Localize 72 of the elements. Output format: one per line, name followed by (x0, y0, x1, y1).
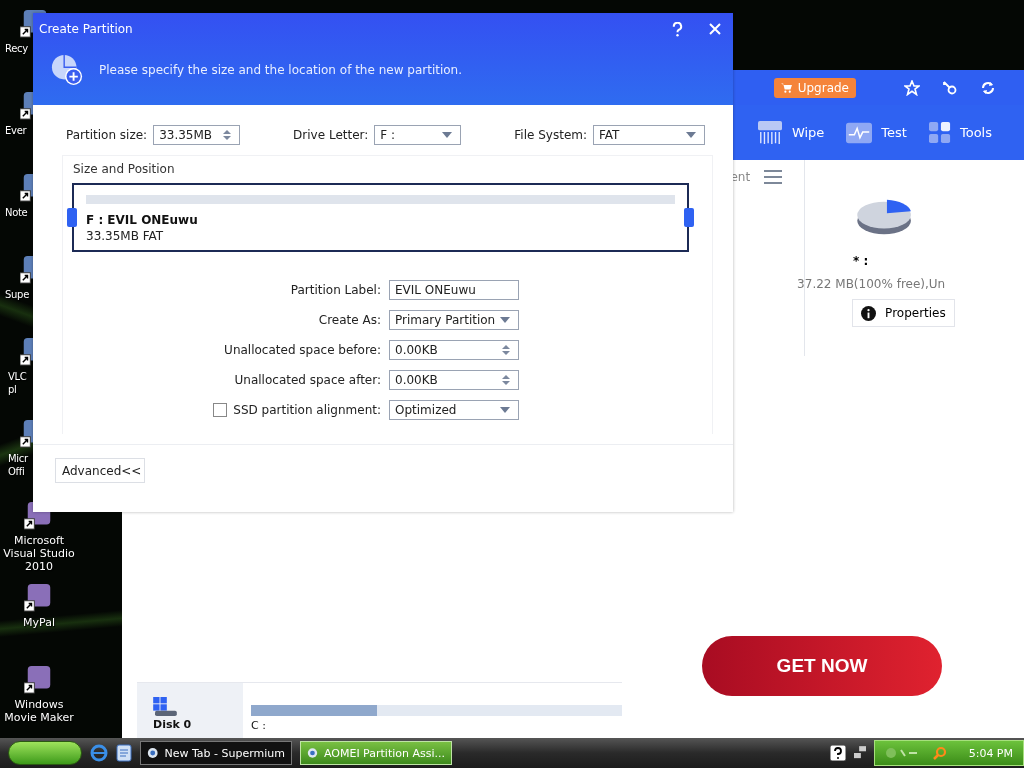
dropdown[interactable]: Optimized (389, 400, 519, 420)
disk-label: Disk 0 (153, 719, 192, 731)
get-now-button[interactable]: GET NOW (702, 636, 942, 696)
dialog-message: Please specify the size and the location of the new partition. (99, 63, 463, 77)
network-icon[interactable] (854, 745, 866, 761)
field-label: Unallocated space after: (234, 373, 381, 387)
desktop-icon-label[interactable]: Windows Movie Maker (0, 698, 78, 724)
caret-icon[interactable] (500, 317, 510, 323)
advanced-button[interactable]: Advanced<< (55, 458, 145, 483)
field-label: Unallocated space before: (224, 343, 381, 357)
star-icon[interactable] (904, 79, 920, 96)
document-icon[interactable] (116, 744, 132, 762)
field-label: File System: (514, 128, 587, 142)
field-label: Drive Letter: (293, 128, 369, 142)
spinner-field[interactable]: 0.00KB (389, 370, 519, 390)
shredder-icon (756, 120, 783, 145)
free-space-text: 37.22 MB(100% free),Un (797, 277, 946, 291)
pulse-icon (846, 121, 873, 144)
partition-block[interactable]: F : EVIL ONEuwu 33.35MB FAT (72, 183, 689, 252)
spin-arrows-icon[interactable] (502, 344, 510, 356)
toolbar-button[interactable]: Tools (928, 121, 992, 144)
field-label: Partition Label: (290, 283, 381, 297)
file-system-dropdown[interactable]: FAT (593, 125, 705, 145)
partition-label[interactable]: C : (251, 720, 266, 732)
app-icon (147, 746, 159, 760)
spinner-field[interactable]: 0.00KB (389, 340, 519, 360)
desktop-icon-label[interactable]: Ever (0, 124, 27, 137)
spin-arrows-icon[interactable] (223, 129, 232, 141)
desktop-icon-label[interactable]: MyPal (23, 616, 55, 629)
toolbar-button[interactable]: Test (846, 121, 907, 144)
desktop-icon-label[interactable]: Microsoft Visual Studio 2010 (0, 534, 78, 573)
drive-letter-text: * : (853, 254, 869, 268)
refresh-icon[interactable] (980, 79, 996, 96)
toolbar-button[interactable]: Wipe (756, 120, 825, 145)
desktop-icon-label[interactable]: Micr Offi (0, 452, 28, 478)
drive-letter-dropdown[interactable]: F : (374, 125, 462, 145)
desktop-icon-label[interactable]: VLC pl (0, 370, 27, 396)
text-field[interactable]: EVIL ONEuwu (389, 280, 519, 300)
partition-add-icon (51, 54, 83, 86)
properties-button[interactable]: Properties (852, 299, 955, 327)
spin-arrows-icon[interactable] (502, 374, 510, 386)
checkbox[interactable] (213, 403, 228, 417)
resize-handle[interactable] (684, 208, 694, 227)
start-button[interactable] (8, 741, 82, 765)
info-icon (861, 305, 877, 321)
caret-icon[interactable] (500, 407, 510, 413)
dropdown[interactable]: Primary Partition (389, 310, 519, 330)
disk-icon (153, 697, 177, 717)
window-title: Create Partition (39, 22, 134, 36)
field-label: Create As: (318, 313, 381, 327)
desktop-icon-label[interactable]: Recy (0, 42, 28, 55)
close-icon[interactable] (709, 23, 721, 35)
field-label: SSD partition alignment: (233, 403, 381, 417)
partition-size-spinner[interactable]: 33.35MB (153, 125, 241, 145)
partition-detail: 33.35MB FAT (86, 229, 165, 243)
taskbar-button[interactable]: New Tab - Supermium (140, 741, 292, 765)
clock: 5:04 PM (968, 746, 1013, 760)
caret-icon[interactable] (442, 132, 453, 138)
field-label: Partition size: (66, 128, 148, 142)
help-icon[interactable] (830, 745, 846, 761)
desktop-icon-label[interactable]: Supe (0, 288, 29, 301)
key-icon[interactable] (942, 79, 958, 96)
section-title: Size and Position (72, 161, 176, 176)
desktop-icon-label[interactable]: Note (0, 206, 28, 219)
disk-card[interactable]: Disk 0 (137, 683, 243, 738)
app-icon (307, 746, 318, 760)
grid-icon (928, 121, 951, 144)
caret-icon[interactable] (686, 132, 696, 138)
browser-icon[interactable] (90, 744, 108, 762)
list-view-icon[interactable] (764, 170, 783, 184)
partition-name: F : EVIL ONEuwu (86, 213, 199, 227)
resize-handle[interactable] (67, 208, 77, 227)
